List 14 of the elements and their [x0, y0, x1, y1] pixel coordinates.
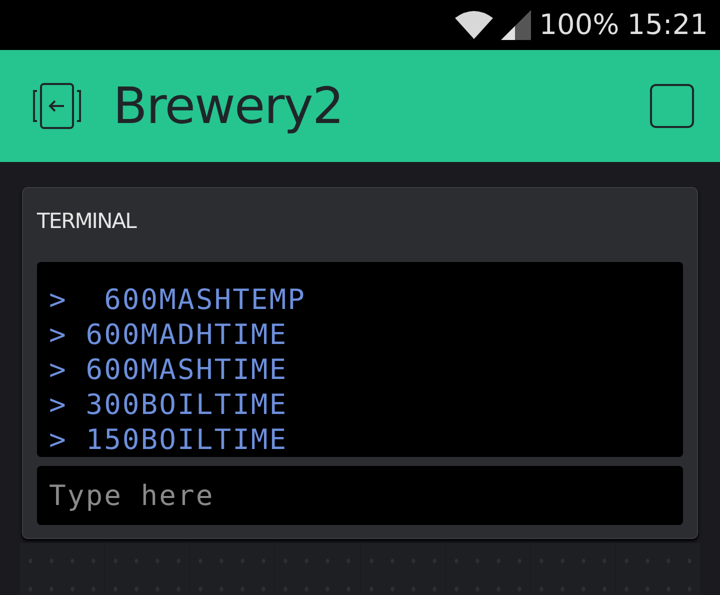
exit-icon[interactable]	[33, 83, 81, 129]
clock-time: 15:21	[627, 7, 708, 43]
square-icon[interactable]	[650, 84, 694, 128]
terminal-line: > 600MASHTIME	[49, 352, 289, 387]
project-title: Brewery2	[113, 76, 344, 136]
widget-title: TERMINAL	[37, 208, 138, 235]
battery-level: 100%	[539, 7, 620, 43]
terminal-line: > 150BOILTIME	[49, 422, 289, 457]
terminal-line: > 600MASHTEMP	[49, 282, 308, 317]
terminal-line: > 300BOILTIME	[49, 387, 289, 422]
input-field[interactable]: Type here	[37, 466, 683, 525]
terminal-line: > 600MADHTIME	[49, 317, 289, 352]
signal-icon	[501, 10, 532, 40]
wifi-icon	[455, 10, 494, 40]
